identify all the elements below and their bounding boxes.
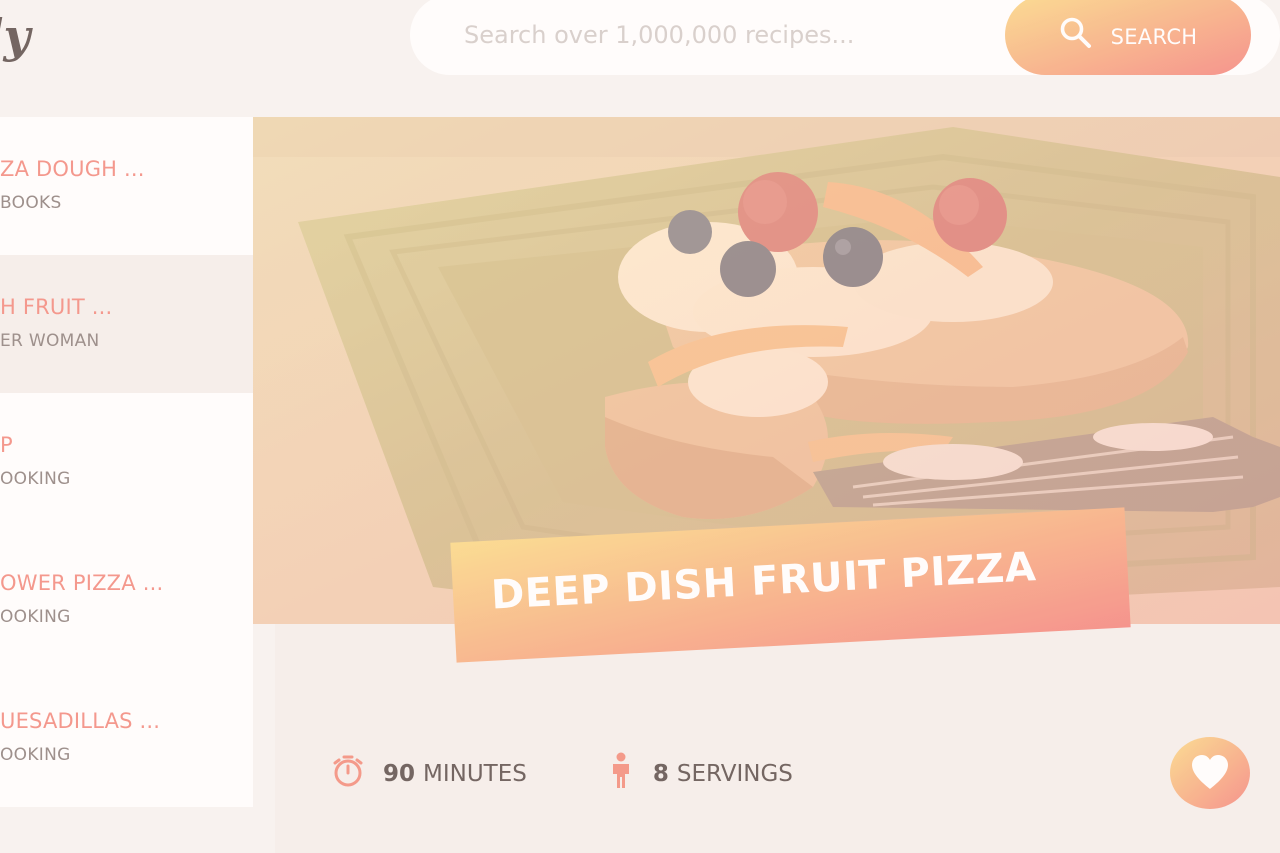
result-title: OWER PIZZA ... bbox=[0, 571, 164, 595]
result-title: ZA DOUGH ... bbox=[0, 157, 145, 181]
bookmark-button[interactable] bbox=[1170, 737, 1250, 809]
result-title: P bbox=[0, 433, 13, 457]
result-item[interactable]: ZA DOUGH ... BOOKS bbox=[0, 117, 253, 255]
recipe-details-background bbox=[275, 624, 1280, 853]
result-title: H FRUIT ... bbox=[0, 295, 113, 319]
result-publisher: ER WOMAN bbox=[0, 331, 100, 351]
result-item-active[interactable]: H FRUIT ... ER WOMAN bbox=[0, 255, 253, 393]
result-publisher: OOKING bbox=[0, 469, 71, 489]
search-button-label: SEARCH bbox=[1110, 25, 1198, 49]
stopwatch-icon bbox=[331, 754, 383, 794]
cook-time-unit: MINUTES bbox=[423, 761, 527, 787]
person-icon bbox=[607, 752, 653, 796]
recipe-cook-time: 90 MINUTES bbox=[331, 754, 527, 794]
recipe-servings: 8 SERVINGS bbox=[607, 752, 793, 796]
result-item[interactable]: OWER PIZZA ... OOKING bbox=[0, 531, 253, 669]
result-title: UESADILLAS ... bbox=[0, 709, 161, 733]
recipe-panel: DEEP DISH FRUIT PIZZA 90 MINUTES 8 SERVI… bbox=[253, 117, 1280, 853]
results-list: ZA DOUGH ... BOOKS H FRUIT ... ER WOMAN … bbox=[0, 117, 253, 807]
result-publisher: OOKING bbox=[0, 607, 71, 627]
search-results: ZA DOUGH ... BOOKS H FRUIT ... ER WOMAN … bbox=[0, 117, 253, 853]
result-publisher: BOOKS bbox=[0, 193, 62, 213]
search-button[interactable]: SEARCH bbox=[1005, 0, 1251, 75]
servings-value: 8 bbox=[652, 761, 669, 787]
search-input[interactable] bbox=[464, 15, 964, 55]
heart-icon bbox=[1189, 753, 1231, 794]
cook-time-value: 90 bbox=[383, 761, 416, 787]
result-publisher: OOKING bbox=[0, 745, 71, 765]
servings-unit: SERVINGS bbox=[676, 761, 793, 787]
result-item[interactable]: UESADILLAS ... OOKING bbox=[0, 669, 253, 807]
search-icon bbox=[1059, 16, 1093, 55]
app-logo[interactable]: ly bbox=[0, 6, 30, 66]
result-item[interactable]: P OOKING bbox=[0, 393, 253, 531]
recipe-details: 90 MINUTES 8 SERVINGS bbox=[331, 749, 873, 799]
